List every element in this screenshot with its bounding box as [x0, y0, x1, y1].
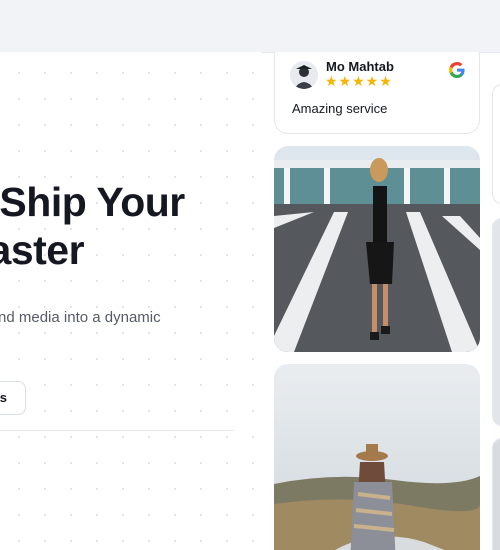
- hero-divider: [0, 430, 234, 431]
- photo-image: [274, 146, 480, 352]
- side-card-top: [492, 84, 500, 204]
- google-icon: [449, 62, 465, 78]
- review-gallery: Mo Mahtab ★★★★★ Amazing service: [262, 52, 500, 550]
- hero-headline-line1: d Ship Your: [0, 179, 185, 225]
- hero-headline: d Ship Your Faster: [0, 178, 262, 274]
- side-card-middle: [492, 218, 500, 426]
- gallery-photo-crosswalk[interactable]: [274, 146, 480, 352]
- top-bar: [0, 0, 500, 53]
- review-card[interactable]: Mo Mahtab ★★★★★ Amazing service: [274, 52, 480, 134]
- side-card-bottom: [492, 438, 500, 550]
- star-rating: ★★★★★: [325, 73, 393, 89]
- hero-section: d Ship Your Faster views and media into …: [0, 52, 262, 550]
- avatar: [290, 61, 318, 89]
- hero-cta-button[interactable]: us: [0, 381, 26, 415]
- reviewer-name: Mo Mahtab: [326, 59, 394, 74]
- photo-image: [274, 364, 480, 550]
- gallery-photo-field[interactable]: [274, 364, 480, 550]
- hero-subtext: views and media into a dynamic: [0, 309, 161, 326]
- review-text: Amazing service: [292, 101, 388, 116]
- hero-headline-line2: Faster: [0, 227, 85, 273]
